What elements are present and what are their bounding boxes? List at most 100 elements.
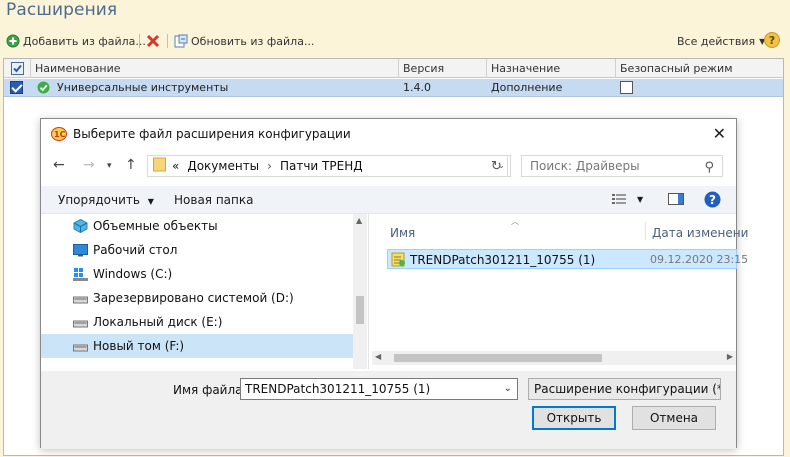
dialog-footer: Имя файла: TRENDPatch301211_10755 (1) ⌄ … bbox=[41, 371, 736, 449]
table-header: Наименование Версия Назначение Безопасны… bbox=[4, 59, 783, 78]
extension-file-icon bbox=[391, 252, 406, 270]
search-input[interactable]: Поиск: Драйверы ⚲ bbox=[521, 155, 723, 177]
view-options-icon[interactable] bbox=[612, 193, 626, 205]
breadcrumb-documents[interactable]: Документы bbox=[187, 159, 259, 173]
forward-arrow-icon[interactable]: → bbox=[83, 157, 95, 173]
new-folder-button[interactable]: Новая папка bbox=[174, 193, 253, 207]
update-file-icon bbox=[174, 34, 188, 48]
nav-item-label: Локальный диск (E:) bbox=[93, 315, 223, 329]
help-icon[interactable]: ? bbox=[704, 191, 721, 208]
column-header-date[interactable]: Дата изменени bbox=[652, 226, 748, 240]
extension-version: 1.4.0 bbox=[403, 81, 431, 94]
chevron-down-icon[interactable]: ▼ bbox=[637, 195, 643, 204]
file-open-dialog: 1С Выберите файл расширения конфигурации… bbox=[40, 118, 748, 449]
select-all-header[interactable] bbox=[4, 59, 31, 78]
column-header-purpose[interactable]: Назначение bbox=[487, 59, 616, 78]
chevron-down-icon: ▼ bbox=[147, 197, 154, 206]
up-arrow-icon[interactable]: ↑ bbox=[125, 157, 137, 173]
chevron-right-icon[interactable]: ▶ bbox=[727, 352, 733, 361]
search-icon: ⚲ bbox=[704, 160, 714, 175]
nav-item-label: Зарезервировано системой (D:) bbox=[93, 291, 294, 305]
drive-icon bbox=[73, 315, 88, 329]
preview-pane-icon[interactable] bbox=[668, 193, 684, 205]
nav-item-label: Рабочий стол bbox=[93, 243, 178, 257]
folder-icon bbox=[153, 157, 166, 175]
nav-item-3d-objects[interactable]: Объемные объекты bbox=[41, 214, 353, 238]
nav-item-reserved-d[interactable]: Зарезервировано системой (D:) bbox=[41, 286, 353, 310]
breadcrumb-overflow[interactable]: « bbox=[172, 159, 179, 173]
column-header-name[interactable]: Имя bbox=[390, 226, 415, 240]
scrollbar-thumb[interactable] bbox=[394, 354, 602, 362]
toolbar-separator bbox=[167, 34, 168, 48]
column-header-version[interactable]: Версия bbox=[399, 59, 487, 78]
back-arrow-icon[interactable]: ← bbox=[53, 157, 65, 173]
file-row[interactable]: TRENDPatch301211_10755 (1) 09.12.2020 23… bbox=[387, 249, 748, 270]
add-icon bbox=[6, 34, 20, 48]
column-header-safe-mode[interactable]: Безопасный режим bbox=[616, 59, 784, 78]
close-icon[interactable]: ✕ bbox=[713, 124, 726, 143]
extension-name: Универсальные инструменты bbox=[57, 81, 229, 94]
all-actions-menu[interactable]: Все действия ▼ bbox=[677, 32, 765, 50]
chevron-left-icon[interactable]: ◀ bbox=[375, 352, 381, 361]
organize-button[interactable]: Упорядочить ▼ bbox=[58, 193, 154, 207]
nav-pane-scrollbar[interactable]: ▲ bbox=[353, 214, 367, 369]
breadcrumb-separator: › bbox=[267, 159, 272, 173]
open-button[interactable]: Открыть bbox=[532, 406, 616, 430]
help-button[interactable]: ? bbox=[764, 32, 780, 48]
windows-drive-icon bbox=[73, 267, 88, 281]
file-date: 09.12.2020 23:15 bbox=[650, 253, 749, 266]
filetype-value: Расширение конфигурации (* bbox=[534, 382, 721, 396]
search-placeholder: Поиск: Драйверы bbox=[530, 159, 640, 173]
nav-item-label: Новый том (F:) bbox=[93, 339, 185, 353]
cancel-button[interactable]: Отмена bbox=[632, 406, 716, 430]
scrollbar-thumb[interactable] bbox=[356, 296, 364, 324]
nav-item-label: Windows (C:) bbox=[93, 267, 173, 281]
organize-label: Упорядочить bbox=[58, 193, 140, 207]
nav-item-new-volume-f[interactable]: Новый том (F:) bbox=[41, 334, 353, 358]
all-actions-label: Все действия bbox=[677, 34, 756, 48]
add-from-file-label: Добавить из файла... bbox=[23, 34, 146, 48]
svg-text:1С: 1С bbox=[54, 130, 66, 139]
nav-item-windows-c[interactable]: Windows (C:) bbox=[41, 262, 353, 286]
delete-icon bbox=[146, 34, 160, 48]
column-header-name[interactable]: Наименование bbox=[31, 59, 399, 78]
chevron-down-icon[interactable]: ▾ bbox=[107, 161, 112, 171]
desktop-icon bbox=[73, 243, 88, 257]
update-from-file-button[interactable]: Обновить из файла... bbox=[174, 32, 314, 50]
3d-objects-icon bbox=[73, 218, 88, 234]
sort-indicator-icon: ︿ bbox=[511, 217, 519, 226]
extension-purpose: Дополнение bbox=[491, 81, 563, 94]
row-checkbox[interactable] bbox=[10, 81, 23, 94]
filename-value: TRENDPatch301211_10755 (1) bbox=[245, 382, 431, 396]
column-divider bbox=[645, 222, 646, 240]
filename-input[interactable]: TRENDPatch301211_10755 (1) ⌄ bbox=[240, 378, 518, 400]
refresh-icon: ↻ bbox=[491, 158, 502, 174]
1c-logo-icon: 1С bbox=[51, 127, 67, 144]
refresh-button[interactable]: ↻ bbox=[486, 155, 508, 177]
check-circle-icon bbox=[37, 81, 50, 97]
nav-item-desktop[interactable]: Рабочий стол bbox=[41, 238, 353, 262]
chevron-up-icon[interactable]: ▲ bbox=[356, 216, 362, 225]
page-title: Расширения bbox=[6, 0, 118, 20]
filetype-select[interactable]: Расширение конфигурации (* bbox=[528, 378, 721, 400]
dialog-title: Выберите файл расширения конфигурации bbox=[73, 127, 351, 141]
file-list-scrollbar[interactable]: ◀ ▶ bbox=[372, 351, 736, 365]
table-row[interactable]: Универсальные инструменты 1.4.0 Дополнен… bbox=[4, 79, 783, 97]
file-name: TRENDPatch301211_10755 (1) bbox=[410, 253, 596, 267]
filename-label: Имя файла: bbox=[173, 383, 247, 397]
drive-icon bbox=[73, 291, 88, 305]
address-row: ← → ▾ ↑ « Документы › Патчи ТРЕНД ⌄ ↻ По… bbox=[41, 152, 736, 180]
chevron-down-icon[interactable]: ⌄ bbox=[504, 379, 512, 399]
update-from-file-label: Обновить из файла... bbox=[191, 34, 315, 48]
safe-mode-checkbox[interactable] bbox=[620, 81, 633, 94]
svg-text:?: ? bbox=[709, 193, 716, 207]
dialog-titlebar: 1С Выберите файл расширения конфигурации… bbox=[41, 119, 736, 149]
breadcrumb-patches[interactable]: Патчи ТРЕНД bbox=[280, 159, 363, 173]
delete-button[interactable] bbox=[146, 32, 163, 50]
nav-item-label: Объемные объекты bbox=[93, 219, 218, 233]
toolbar-separator bbox=[139, 34, 140, 48]
address-bar[interactable]: « Документы › Патчи ТРЕНД ⌄ bbox=[147, 155, 511, 177]
nav-item-local-e[interactable]: Локальный диск (E:) bbox=[41, 310, 353, 334]
file-list: ︿ Имя Дата изменени TRENDPatch301211_107… bbox=[368, 214, 748, 369]
add-from-file-button[interactable]: Добавить из файла... bbox=[6, 32, 146, 50]
